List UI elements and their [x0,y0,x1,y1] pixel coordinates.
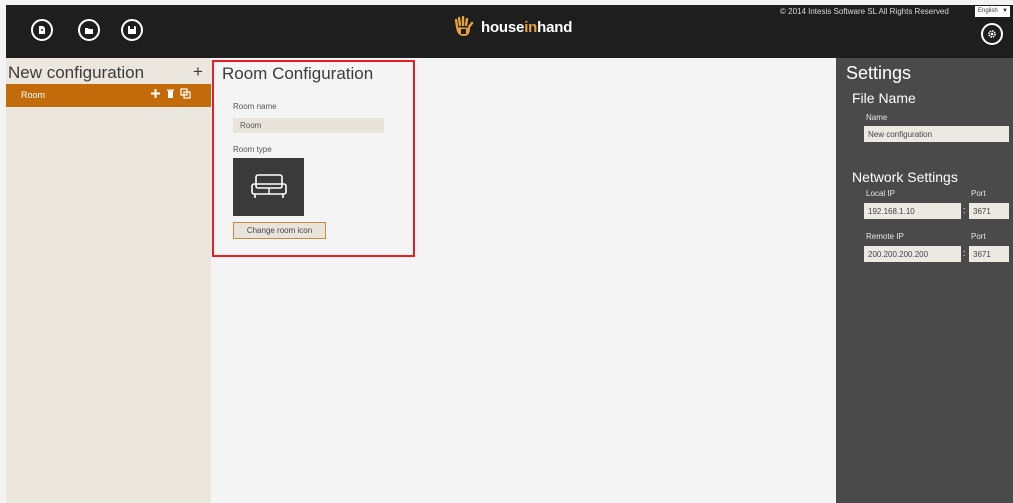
save-icon [128,26,136,34]
hand-logo-icon [454,16,474,36]
tree-item-room[interactable]: Room [6,84,211,107]
file-name-input[interactable] [864,126,1009,142]
remote-ip-input[interactable] [864,246,961,262]
file-name-heading: File Name [852,90,916,106]
settings-title: Settings [846,63,912,83]
settings-button[interactable] [981,23,1003,45]
room-actions [150,88,191,99]
local-ip-input[interactable] [864,203,961,219]
chevron-down-icon: ▼ [1002,8,1008,14]
local-ip-label: Local IP [866,189,895,198]
local-port-label: Port [971,189,986,198]
new-file-button[interactable] [31,19,53,41]
logo-text-in: in [524,18,538,36]
colon-separator: : [963,248,966,258]
configuration-title: New configuration [8,63,145,82]
copy-icon[interactable] [180,88,191,99]
page-title: Room Configuration [222,64,374,83]
tree-item-label: Room [21,90,46,100]
change-room-icon-button[interactable]: Change room icon [233,222,326,239]
add-room-button[interactable]: + [193,62,203,82]
remote-port-input[interactable] [969,246,1009,262]
save-button[interactable] [121,19,143,41]
trash-icon[interactable] [165,88,176,99]
open-folder-button[interactable] [78,19,100,41]
app-logo: houseinhand [453,15,572,39]
configuration-tree-panel: New configuration + Room [6,58,211,503]
gear-icon [988,30,996,38]
remote-port-label: Port [971,232,986,241]
logo-text-house: house [481,18,525,36]
room-name-input[interactable] [233,118,384,133]
new-file-icon [39,26,45,34]
folder-icon [85,28,93,34]
name-label: Name [866,113,888,122]
copyright-text: © 2014 Intesis Software SL All Rights Re… [780,7,949,16]
remote-ip-label: Remote IP [866,232,904,241]
logo-text-hand: hand [537,18,573,36]
local-port-input[interactable] [969,203,1009,219]
settings-panel [836,58,1013,503]
network-settings-heading: Network Settings [852,169,958,185]
language-value: English [978,8,998,14]
room-type-label: Room type [233,145,272,154]
room-name-label: Room name [233,102,277,111]
sofa-icon [250,174,287,198]
room-type-picker[interactable] [233,158,304,216]
colon-separator: : [963,205,966,215]
plus-icon[interactable] [150,88,161,99]
language-select[interactable]: English ▼ [975,6,1010,17]
logo-text: houseinhand [481,19,572,36]
